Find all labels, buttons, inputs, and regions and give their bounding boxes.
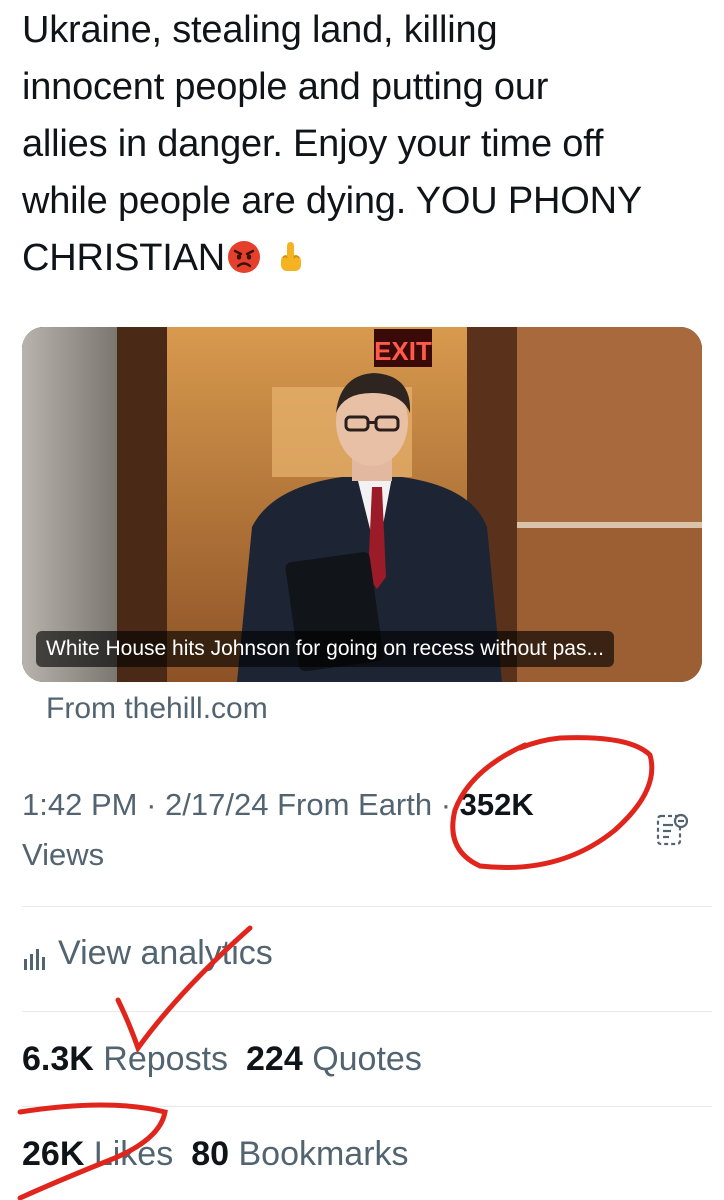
views-label: Views [22,837,105,872]
reposts-quotes-row: 6.3K Reposts 224 Quotes [22,1040,422,1079]
angry-face-icon [228,241,260,273]
bookmarks-label: Bookmarks [238,1135,409,1173]
article-photo: EXIT [22,327,702,682]
bar-chart-icon [24,948,45,970]
divider [22,906,712,907]
tweet-line: innocent people and putting our [22,66,549,108]
likes-bookmarks-row: 26K Likes 80 Bookmarks [22,1135,409,1174]
reposts-label: Reposts [103,1040,229,1078]
middle-finger-icon [281,242,301,271]
reposts-count: 6.3K [22,1040,94,1078]
reposts-stat[interactable]: 6.3K Reposts [22,1040,228,1078]
quotes-count: 224 [246,1040,303,1078]
quotes-stat[interactable]: 224 Quotes [246,1040,422,1078]
tweet-line: while people are dying. YOU PHONY [22,180,643,222]
likes-count: 26K [22,1135,85,1173]
divider [22,1011,712,1012]
meta-separator: · [137,787,166,822]
bookmarks-count: 80 [191,1135,230,1173]
card-caption: White House hits Johnson for going on re… [36,631,614,667]
link-preview-card[interactable]: EXIT White House hits Johnson for going … [22,327,702,682]
view-analytics-link[interactable]: View analytics [22,934,273,973]
link-source[interactable]: From thehill.com [46,692,268,726]
meta-separator: · [432,787,460,822]
tweet-line: CHRISTIAN [22,230,712,287]
tweet-date[interactable]: 2/17/24 [165,787,268,822]
tweet-line: Ukraine, stealing land, killing [22,9,498,51]
tweet-time[interactable]: 1:42 PM [22,787,137,822]
divider [22,1106,712,1107]
views-count: 352K [459,787,534,822]
bookmarks-stat[interactable]: 80 Bookmarks [191,1135,408,1173]
tweet-text: Ukraine, stealing land, killing innocent… [22,2,712,287]
exit-sign-text: EXIT [374,336,432,366]
tweet-line-text: CHRISTIAN [22,237,225,279]
post-engagements-icon[interactable] [656,812,688,848]
tweet-meta: 1:42 PM · 2/17/24 From Earth · 352K View… [22,780,622,880]
quotes-label: Quotes [312,1040,422,1078]
view-analytics-label: View analytics [58,934,273,972]
likes-label: Likes [93,1135,174,1173]
likes-stat[interactable]: 26K Likes [22,1135,173,1173]
tweet-client: From Earth [277,787,433,822]
tweet-line: allies in danger. Enjoy your time off [22,123,604,165]
